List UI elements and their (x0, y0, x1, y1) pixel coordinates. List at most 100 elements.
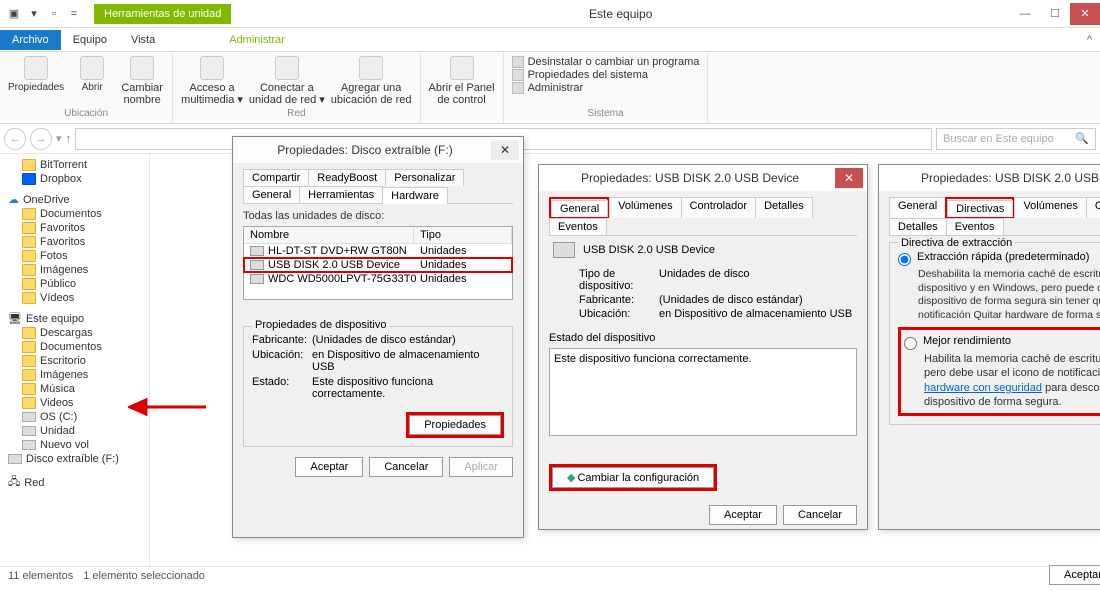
minimize-button[interactable]: — (1010, 3, 1040, 25)
sidebar-item-label[interactable]: Música (40, 383, 75, 395)
tab-equipo[interactable]: Equipo (61, 30, 119, 50)
ok-button[interactable]: Aceptar (1049, 565, 1100, 585)
sidebar-item-label[interactable]: Público (40, 278, 76, 290)
tab-volumenes[interactable]: Volúmenes (1014, 197, 1086, 218)
nav-bar: ← → ▾ ↑ Buscar en Este equipo🔍 (0, 124, 1100, 154)
tab-eventos[interactable]: Eventos (549, 218, 607, 235)
nav-tree[interactable]: BitTorrent Dropbox ☁OneDrive Documentos … (0, 154, 150, 566)
cancel-button[interactable]: Cancelar (783, 505, 857, 525)
device-properties-button[interactable]: Propiedades (409, 415, 501, 435)
cancel-button[interactable]: Cancelar (369, 457, 443, 477)
network-icon: 🖧 (8, 473, 20, 492)
list-item-selected[interactable]: USB DISK 2.0 USB DeviceUnidades (244, 258, 512, 272)
tab-detalles[interactable]: Detalles (889, 218, 947, 235)
sidebar-item-label[interactable]: Imágenes (40, 264, 88, 276)
tab-administrar[interactable]: Administrar (217, 30, 297, 50)
ribbon-group-label: Sistema (512, 108, 700, 119)
tab-herramientas[interactable]: Herramientas (299, 186, 383, 203)
tab-directivas[interactable]: Directivas (947, 200, 1013, 217)
sidebar-item-label[interactable]: Imágenes (40, 369, 88, 381)
device-name: USB DISK 2.0 USB Device (583, 244, 715, 256)
nav-back-button[interactable]: ← (4, 128, 26, 150)
drives-list[interactable]: NombreTipo HL-DT-ST DVD+RW GT80NUnidades… (243, 226, 513, 300)
ok-button[interactable]: Aceptar (295, 457, 363, 477)
window-title: Este equipo (231, 7, 1010, 21)
tab-volumenes[interactable]: Volúmenes (609, 197, 681, 218)
onedrive-icon: ☁ (8, 193, 19, 206)
list-item[interactable]: HL-DT-ST DVD+RW GT80NUnidades (244, 244, 512, 258)
sidebar-this-pc[interactable]: Este equipo (26, 313, 84, 325)
sidebar-item-label[interactable]: Descargas (40, 327, 93, 339)
qat-icon[interactable]: ▣ (6, 6, 22, 22)
qat-icon[interactable]: ▫ (46, 6, 62, 22)
sidebar-item-label[interactable]: Unidad (40, 425, 75, 437)
apply-button[interactable]: Aplicar (449, 457, 513, 477)
ribbon-manage-link[interactable]: Administrar (512, 82, 700, 94)
change-settings-button[interactable]: ◆Cambiar la configuración (552, 467, 714, 488)
tab-controlador[interactable]: Controlador (681, 197, 756, 218)
tab-file[interactable]: Archivo (0, 30, 61, 50)
annotation-arrow (128, 398, 206, 416)
dialog-title: Propiedades: USB DISK 2.0 USB Device (885, 171, 1100, 185)
sidebar-item-label[interactable]: Nuevo vol (40, 439, 89, 451)
tab-general[interactable]: General (243, 186, 300, 203)
radio-quick-removal[interactable]: Extracción rápida (predeterminado) (898, 251, 1100, 266)
ribbon-media-button[interactable]: Acceso amultimedia ▾ (181, 56, 243, 106)
tab-general[interactable]: General (551, 200, 608, 217)
dialog-title: Propiedades: USB DISK 2.0 USB Device (545, 171, 835, 185)
nav-up-button[interactable]: ↑ (66, 133, 72, 145)
ribbon-open-button[interactable]: Abrir (70, 56, 114, 106)
close-button[interactable]: ✕ (1070, 3, 1100, 25)
ribbon-add-location-button[interactable]: Agregar unaubicación de red (331, 56, 412, 106)
maximize-button[interactable]: ☐ (1040, 3, 1070, 25)
sidebar-item-label[interactable]: BitTorrent (40, 159, 87, 171)
status-label: Estado del dispositivo (549, 332, 857, 344)
ribbon-rename-button[interactable]: Cambiarnombre (120, 56, 164, 106)
dialog-close-button[interactable]: ✕ (835, 168, 863, 188)
sidebar-item-label[interactable]: Favoritos (40, 236, 85, 248)
search-input[interactable]: Buscar en Este equipo🔍 (936, 128, 1096, 150)
tab-controlador[interactable]: Controlador (1086, 197, 1100, 218)
ribbon-map-drive-button[interactable]: Conectar aunidad de red ▾ (249, 56, 325, 106)
sidebar-item-label[interactable]: Videos (40, 397, 73, 409)
ribbon-uninstall-link[interactable]: Desinstalar o cambiar un programa (512, 56, 700, 68)
sidebar-onedrive[interactable]: OneDrive (23, 194, 69, 206)
ribbon-properties-button[interactable]: Propiedades (8, 56, 64, 106)
ok-button[interactable]: Aceptar (709, 505, 777, 525)
tab-readyboost[interactable]: ReadyBoost (308, 169, 386, 186)
status-textarea[interactable]: Este dispositivo funciona correctamente. (549, 348, 857, 436)
dialog-close-button[interactable]: ✕ (491, 140, 519, 160)
sidebar-item-label[interactable]: Documentos (40, 208, 102, 220)
content-area: Propiedades: Disco extraíble (F:)✕ Compa… (150, 154, 1100, 566)
tab-detalles[interactable]: Detalles (755, 197, 813, 218)
sidebar-item-label[interactable]: Fotos (40, 250, 68, 262)
dialog-disk-properties: Propiedades: Disco extraíble (F:)✕ Compa… (232, 136, 524, 538)
ribbon-control-panel-button[interactable]: Abrir el Panelde control (429, 56, 495, 106)
qat-icon[interactable]: = (66, 6, 82, 22)
title-bar: ▣ ▾ ▫ = Herramientas de unidad Este equi… (0, 0, 1100, 28)
tab-hardware[interactable]: Hardware (382, 187, 448, 204)
nav-history-button[interactable]: ▾ (56, 132, 62, 145)
sidebar-network[interactable]: Red (24, 477, 44, 489)
sidebar-removable-disk[interactable]: Disco extraíble (F:) (26, 453, 119, 465)
collapse-ribbon-icon[interactable]: ^ (1087, 34, 1092, 46)
sidebar-item-label[interactable]: Dropbox (40, 173, 82, 185)
tab-eventos[interactable]: Eventos (946, 218, 1004, 235)
dialog-device-general: Propiedades: USB DISK 2.0 USB Device✕ Ge… (538, 164, 868, 530)
ribbon: Propiedades Abrir Cambiarnombre Ubicació… (0, 52, 1100, 124)
tab-general[interactable]: General (889, 197, 946, 218)
sidebar-item-label[interactable]: Documentos (40, 341, 102, 353)
tab-compartir[interactable]: Compartir (243, 169, 309, 186)
list-item[interactable]: WDC WD5000LPVT-75G33T0Unidades (244, 272, 512, 286)
dialog-device-policies: Propiedades: USB DISK 2.0 USB Device✕ Ge… (878, 164, 1100, 530)
tab-personalizar[interactable]: Personalizar (385, 169, 464, 186)
sidebar-item-label[interactable]: OS (C:) (40, 411, 77, 423)
qat-icon[interactable]: ▾ (26, 6, 42, 22)
nav-forward-button[interactable]: → (30, 128, 52, 150)
radio-better-performance[interactable]: Mejor rendimiento (904, 335, 1100, 350)
tab-vista[interactable]: Vista (119, 30, 167, 50)
sidebar-item-label[interactable]: Favoritos (40, 222, 85, 234)
sidebar-item-label[interactable]: Escritorio (40, 355, 86, 367)
ribbon-sysprops-link[interactable]: Propiedades del sistema (512, 69, 700, 81)
sidebar-item-label[interactable]: Vídeos (40, 292, 74, 304)
